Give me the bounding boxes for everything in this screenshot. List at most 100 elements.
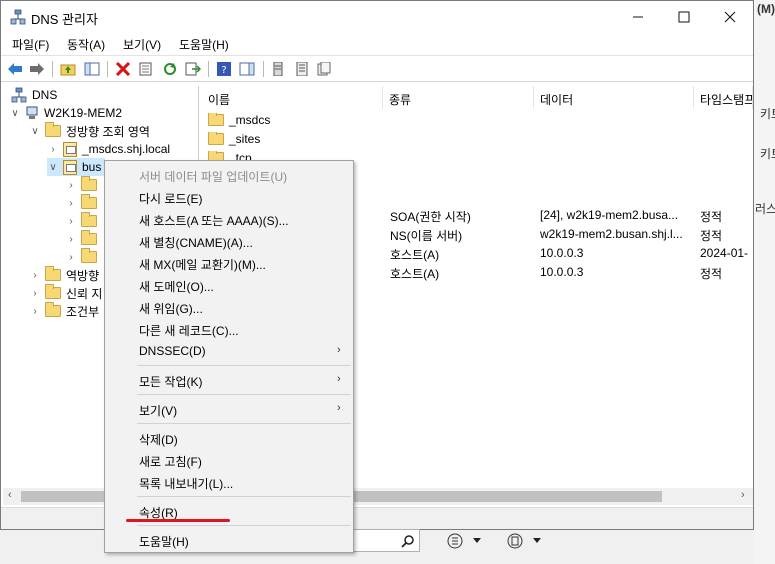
menu-item-other-new-records[interactable]: 다른 새 레코드(C)... — [139, 322, 239, 339]
save-options-button[interactable] — [506, 532, 542, 550]
tree-node-subfolder[interactable]: › — [65, 230, 102, 248]
record-name: _msdcs — [229, 113, 271, 127]
menu-item-help[interactable]: 도움말(H) — [139, 533, 189, 550]
highlight-underline — [126, 519, 230, 522]
tree-node-conditional-forwarders[interactable]: › 조건부 — [29, 302, 99, 320]
chevron-right-icon[interactable]: › — [29, 270, 41, 281]
menu-action[interactable]: 동작(A) — [67, 36, 105, 53]
chevron-down-icon[interactable]: ∨ — [9, 108, 21, 119]
multi-server-button[interactable] — [315, 60, 333, 78]
svg-text:?: ? — [221, 65, 226, 76]
menu-item-delete[interactable]: 삭제(D) — [139, 431, 178, 448]
scroll-right-icon[interactable]: › — [741, 489, 745, 501]
folder-icon — [45, 284, 61, 299]
submenu-arrow-icon: › — [337, 402, 341, 414]
forward-button[interactable] — [28, 60, 46, 78]
folder-icon — [45, 266, 61, 281]
folder-icon — [208, 132, 224, 145]
submenu-arrow-icon: › — [337, 373, 341, 385]
console-tree-icon — [84, 62, 100, 76]
menu-item-export-list[interactable]: 목록 내보내기(L)... — [139, 475, 233, 492]
minimize-icon — [633, 16, 643, 17]
minimize-button[interactable] — [615, 1, 661, 32]
chevron-right-icon[interactable]: › — [29, 306, 41, 317]
tree-label: _msdcs.shj.local — [82, 142, 171, 156]
menu-view[interactable]: 보기(V) — [123, 36, 161, 53]
tree-node-subfolder[interactable]: › — [65, 176, 102, 194]
tree-node-subfolder[interactable]: › — [65, 248, 102, 266]
menu-item-dnssec[interactable]: DNSSEC(D) — [139, 344, 206, 358]
menu-item-new-host[interactable]: 새 호스트(A 또는 AAAA)(S)... — [139, 212, 289, 229]
scroll-left-icon[interactable]: ‹ — [8, 489, 12, 501]
tree-node-dns[interactable]: DNS — [11, 86, 57, 104]
submenu-arrow-icon: › — [337, 344, 341, 356]
tree-node-reverse-zones[interactable]: › 역방향 — [29, 266, 99, 284]
action-pane-button[interactable] — [238, 60, 256, 78]
column-header-data[interactable]: 데이터 — [534, 86, 694, 109]
folder-icon — [45, 122, 61, 137]
menu-item-view[interactable]: 보기(V) — [139, 402, 177, 419]
menu-item-reload[interactable]: 다시 로드(E) — [139, 190, 203, 207]
tree-node-busan-zone[interactable]: ∨ bus — [47, 158, 106, 176]
chevron-right-icon[interactable]: › — [65, 252, 77, 263]
record-type: 호스트(A) — [390, 248, 440, 262]
tree-node-forward-zones[interactable]: ∨ 정방향 조회 영역 — [29, 122, 150, 140]
background-text: (M) — [757, 2, 775, 16]
menu-item-new-domain[interactable]: 새 도메인(O)... — [139, 278, 214, 295]
column-header-name[interactable]: 이름 — [202, 86, 383, 109]
close-button[interactable] — [707, 1, 753, 32]
properties-button[interactable] — [137, 60, 155, 78]
list-item-msdcs[interactable]: _msdcs — [208, 113, 270, 127]
chevron-right-icon[interactable]: › — [65, 216, 77, 227]
title-bar[interactable]: DNS 관리자 — [1, 1, 753, 32]
menu-file[interactable]: 파일(F) — [12, 36, 49, 53]
chevron-right-icon[interactable]: › — [65, 234, 77, 245]
chevron-right-icon[interactable]: › — [65, 180, 77, 191]
show-hide-tree-button[interactable] — [83, 60, 101, 78]
menu-item-new-mx[interactable]: 새 MX(메일 교환기)(M)... — [139, 256, 266, 273]
column-header-timestamp[interactable]: 타임스탬프 — [694, 86, 753, 109]
background-text: 키트 — [760, 147, 775, 161]
tree-node-server[interactable]: ∨ W2K19-MEM2 — [9, 104, 122, 122]
chevron-right-icon[interactable]: › — [29, 288, 41, 299]
column-header-type[interactable]: 종류 — [383, 86, 534, 109]
record-timestamp: 정적 — [700, 210, 723, 224]
list-item-sites[interactable]: _sites — [208, 132, 260, 146]
help-button[interactable]: ? — [215, 60, 233, 78]
maximize-button[interactable] — [661, 1, 707, 32]
menu-item-new-alias[interactable]: 새 별칭(CNAME)(A)... — [139, 234, 253, 251]
tree-label: 조건부 — [66, 304, 100, 319]
tree-node-msdcs-zone[interactable]: › _msdcs.shj.local — [47, 140, 170, 158]
menu-item-new-delegation[interactable]: 새 위임(G)... — [139, 300, 203, 317]
filter-records-button[interactable] — [293, 60, 311, 78]
chevron-down-icon[interactable]: ∨ — [47, 162, 59, 173]
record-type: SOA(권한 시작) — [390, 210, 471, 224]
multi-records-icon — [317, 62, 331, 76]
back-button[interactable] — [6, 60, 24, 78]
background-text: 러스 — [755, 202, 775, 216]
menu-help[interactable]: 도움말(H) — [179, 36, 229, 53]
background-window — [754, 0, 775, 564]
chevron-down-icon[interactable]: ∨ — [29, 126, 41, 137]
help-icon: ? — [217, 62, 231, 76]
zone-icon — [63, 159, 77, 175]
tree-node-subfolder[interactable]: › — [65, 212, 102, 230]
tree-node-subfolder[interactable]: › — [65, 194, 102, 212]
menu-item-refresh[interactable]: 새로 고침(F) — [139, 453, 202, 470]
tree-node-trust-points[interactable]: › 신뢰 지 — [29, 284, 102, 302]
refresh-button[interactable] — [161, 60, 179, 78]
record-timestamp: 2024-01- — [700, 246, 749, 260]
chevron-right-icon[interactable]: › — [65, 198, 77, 209]
up-level-button[interactable] — [59, 60, 77, 78]
export-list-button[interactable] — [184, 60, 202, 78]
record-data: 10.0.0.3 — [540, 265, 584, 279]
menu-item-all-tasks[interactable]: 모든 작업(K) — [139, 373, 203, 390]
delete-button[interactable] — [114, 60, 132, 78]
toolbar: ? — [1, 55, 753, 82]
search-input[interactable] — [354, 529, 420, 552]
chevron-right-icon[interactable]: › — [47, 144, 59, 155]
view-options-button[interactable] — [446, 532, 482, 550]
list-view-icon — [447, 533, 463, 549]
server-button[interactable] — [269, 60, 287, 78]
folder-up-icon — [60, 64, 76, 76]
